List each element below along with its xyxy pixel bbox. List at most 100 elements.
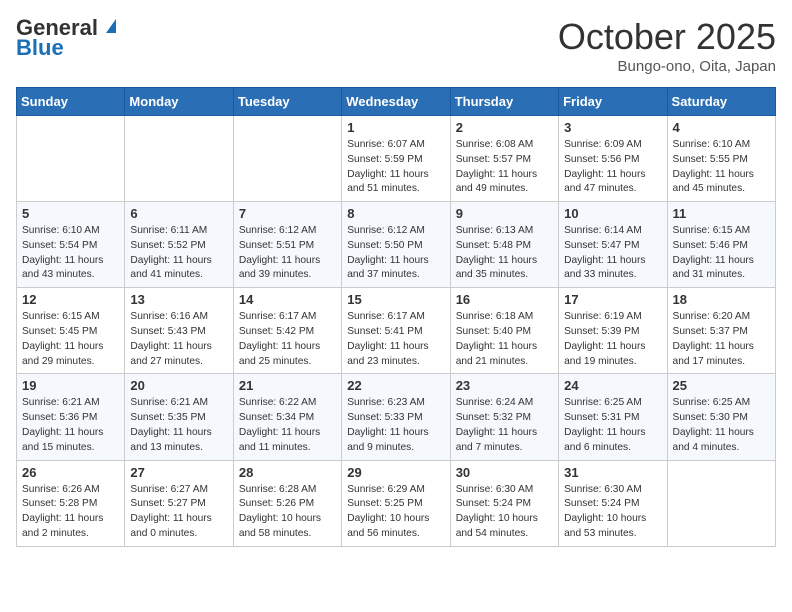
day-number: 11 bbox=[673, 206, 770, 221]
calendar-cell: 9 Sunrise: 6:13 AM Sunset: 5:48 PM Daylig… bbox=[450, 202, 558, 288]
day-info: Sunrise: 6:17 AM Sunset: 5:42 PM Dayligh… bbox=[239, 310, 336, 369]
day-info: Sunrise: 6:25 AM Sunset: 5:31 PM Dayligh… bbox=[564, 396, 661, 455]
day-number: 22 bbox=[347, 378, 444, 393]
day-info: Sunrise: 6:28 AM Sunset: 5:26 PM Dayligh… bbox=[239, 483, 336, 542]
calendar-cell: 23Sunrise: 6:24 AM Sunset: 5:32 PM Dayli… bbox=[450, 374, 558, 460]
day-info: Sunrise: 6:10 AM Sunset: 5:55 PM Dayligh… bbox=[673, 138, 770, 197]
calendar-cell: 15 Sunrise: 6:17 AM Sunset: 5:41 PM Dayli… bbox=[342, 288, 450, 374]
calendar-cell: 26 Sunrise: 6:26 AM Sunset: 5:28 PM Dayli… bbox=[17, 460, 125, 546]
calendar-cell: 22 Sunrise: 6:23 AM Sunset: 5:33 PM Dayli… bbox=[342, 374, 450, 460]
calendar-cell bbox=[667, 460, 775, 546]
day-number: 8 bbox=[347, 206, 444, 221]
day-number: 9 bbox=[456, 206, 553, 221]
day-info: Sunrise: 6:22 AM Sunset: 5:34 PM Dayligh… bbox=[239, 396, 336, 455]
calendar-cell: 29Sunrise: 6:29 AM Sunset: 5:25 PM Dayli… bbox=[342, 460, 450, 546]
logo-triangle-icon bbox=[106, 19, 116, 33]
day-info: Sunrise: 6:15 AM Sunset: 5:46 PM Dayligh… bbox=[673, 224, 770, 283]
calendar-cell bbox=[17, 116, 125, 202]
day-number: 10 bbox=[564, 206, 661, 221]
calendar-table: SundayMondayTuesdayWednesdayThursdayFrid… bbox=[16, 87, 776, 547]
title-block: October 2025 Bungo-ono, Oita, Japan bbox=[558, 16, 776, 75]
day-info: Sunrise: 6:13 AM Sunset: 5:48 PM Dayligh… bbox=[456, 224, 553, 283]
calendar-cell: 16Sunrise: 6:18 AM Sunset: 5:40 PM Dayli… bbox=[450, 288, 558, 374]
calendar-cell: 2 Sunrise: 6:08 AM Sunset: 5:57 PM Daylig… bbox=[450, 116, 558, 202]
calendar-week-row: 1Sunrise: 6:07 AM Sunset: 5:59 PM Daylig… bbox=[17, 116, 776, 202]
day-info: Sunrise: 6:21 AM Sunset: 5:35 PM Dayligh… bbox=[130, 396, 227, 455]
calendar-week-row: 5Sunrise: 6:10 AM Sunset: 5:54 PM Daylig… bbox=[17, 202, 776, 288]
day-info: Sunrise: 6:21 AM Sunset: 5:36 PM Dayligh… bbox=[22, 396, 119, 455]
day-info: Sunrise: 6:14 AM Sunset: 5:47 PM Dayligh… bbox=[564, 224, 661, 283]
day-number: 7 bbox=[239, 206, 336, 221]
logo: General Blue bbox=[16, 16, 116, 60]
day-info: Sunrise: 6:12 AM Sunset: 5:50 PM Dayligh… bbox=[347, 224, 444, 283]
calendar-week-row: 12Sunrise: 6:15 AM Sunset: 5:45 PM Dayli… bbox=[17, 288, 776, 374]
day-number: 24 bbox=[564, 378, 661, 393]
calendar-cell: 30 Sunrise: 6:30 AM Sunset: 5:24 PM Dayli… bbox=[450, 460, 558, 546]
weekday-header-monday: Monday bbox=[125, 88, 233, 116]
logo-general: General bbox=[16, 15, 98, 40]
calendar-cell bbox=[233, 116, 341, 202]
day-info: Sunrise: 6:11 AM Sunset: 5:52 PM Dayligh… bbox=[130, 224, 227, 283]
day-info: Sunrise: 6:15 AM Sunset: 5:45 PM Dayligh… bbox=[22, 310, 119, 369]
day-number: 18 bbox=[673, 292, 770, 307]
calendar-week-row: 26 Sunrise: 6:26 AM Sunset: 5:28 PM Dayli… bbox=[17, 460, 776, 546]
calendar-cell: 12Sunrise: 6:15 AM Sunset: 5:45 PM Dayli… bbox=[17, 288, 125, 374]
day-number: 3 bbox=[564, 120, 661, 135]
day-info: Sunrise: 6:19 AM Sunset: 5:39 PM Dayligh… bbox=[564, 310, 661, 369]
calendar-cell: 11 Sunrise: 6:15 AM Sunset: 5:46 PM Dayli… bbox=[667, 202, 775, 288]
day-info: Sunrise: 6:20 AM Sunset: 5:37 PM Dayligh… bbox=[673, 310, 770, 369]
day-number: 28 bbox=[239, 465, 336, 480]
calendar-cell: 8 Sunrise: 6:12 AM Sunset: 5:50 PM Daylig… bbox=[342, 202, 450, 288]
day-info: Sunrise: 6:29 AM Sunset: 5:25 PM Dayligh… bbox=[347, 483, 444, 542]
day-info: Sunrise: 6:27 AM Sunset: 5:27 PM Dayligh… bbox=[130, 483, 227, 542]
calendar-cell: 10 Sunrise: 6:14 AM Sunset: 5:47 PM Dayli… bbox=[559, 202, 667, 288]
day-number: 19 bbox=[22, 378, 119, 393]
day-info: Sunrise: 6:08 AM Sunset: 5:57 PM Dayligh… bbox=[456, 138, 553, 197]
weekday-header-thursday: Thursday bbox=[450, 88, 558, 116]
day-number: 2 bbox=[456, 120, 553, 135]
day-number: 30 bbox=[456, 465, 553, 480]
day-number: 1 bbox=[347, 120, 444, 135]
day-info: Sunrise: 6:30 AM Sunset: 5:24 PM Dayligh… bbox=[564, 483, 661, 542]
calendar-cell: 5Sunrise: 6:10 AM Sunset: 5:54 PM Daylig… bbox=[17, 202, 125, 288]
day-info: Sunrise: 6:26 AM Sunset: 5:28 PM Dayligh… bbox=[22, 483, 119, 542]
location-title: Bungo-ono, Oita, Japan bbox=[558, 58, 776, 75]
day-number: 13 bbox=[130, 292, 227, 307]
calendar-cell: 6 Sunrise: 6:11 AM Sunset: 5:52 PM Daylig… bbox=[125, 202, 233, 288]
day-info: Sunrise: 6:25 AM Sunset: 5:30 PM Dayligh… bbox=[673, 396, 770, 455]
weekday-header-sunday: Sunday bbox=[17, 88, 125, 116]
day-number: 4 bbox=[673, 120, 770, 135]
day-info: Sunrise: 6:24 AM Sunset: 5:32 PM Dayligh… bbox=[456, 396, 553, 455]
weekday-header-tuesday: Tuesday bbox=[233, 88, 341, 116]
day-number: 15 bbox=[347, 292, 444, 307]
day-number: 26 bbox=[22, 465, 119, 480]
calendar-cell: 7Sunrise: 6:12 AM Sunset: 5:51 PM Daylig… bbox=[233, 202, 341, 288]
calendar-cell: 27 Sunrise: 6:27 AM Sunset: 5:27 PM Dayli… bbox=[125, 460, 233, 546]
calendar-cell: 28 Sunrise: 6:28 AM Sunset: 5:26 PM Dayli… bbox=[233, 460, 341, 546]
calendar-cell: 25 Sunrise: 6:25 AM Sunset: 5:30 PM Dayli… bbox=[667, 374, 775, 460]
day-info: Sunrise: 6:30 AM Sunset: 5:24 PM Dayligh… bbox=[456, 483, 553, 542]
day-number: 20 bbox=[130, 378, 227, 393]
calendar-cell: 20 Sunrise: 6:21 AM Sunset: 5:35 PM Dayli… bbox=[125, 374, 233, 460]
calendar-cell: 31 Sunrise: 6:30 AM Sunset: 5:24 PM Dayli… bbox=[559, 460, 667, 546]
day-info: Sunrise: 6:16 AM Sunset: 5:43 PM Dayligh… bbox=[130, 310, 227, 369]
day-number: 25 bbox=[673, 378, 770, 393]
day-info: Sunrise: 6:23 AM Sunset: 5:33 PM Dayligh… bbox=[347, 396, 444, 455]
weekday-header-saturday: Saturday bbox=[667, 88, 775, 116]
calendar-cell: 18 Sunrise: 6:20 AM Sunset: 5:37 PM Dayli… bbox=[667, 288, 775, 374]
day-number: 27 bbox=[130, 465, 227, 480]
calendar-cell: 19 Sunrise: 6:21 AM Sunset: 5:36 PM Dayli… bbox=[17, 374, 125, 460]
day-number: 17 bbox=[564, 292, 661, 307]
month-title: October 2025 bbox=[558, 16, 776, 58]
day-number: 6 bbox=[130, 206, 227, 221]
day-number: 21 bbox=[239, 378, 336, 393]
calendar-cell: 3Sunrise: 6:09 AM Sunset: 5:56 PM Daylig… bbox=[559, 116, 667, 202]
day-number: 31 bbox=[564, 465, 661, 480]
calendar-cell: 14 Sunrise: 6:17 AM Sunset: 5:42 PM Dayli… bbox=[233, 288, 341, 374]
calendar-cell bbox=[125, 116, 233, 202]
day-info: Sunrise: 6:17 AM Sunset: 5:41 PM Dayligh… bbox=[347, 310, 444, 369]
day-number: 14 bbox=[239, 292, 336, 307]
weekday-header-friday: Friday bbox=[559, 88, 667, 116]
day-number: 16 bbox=[456, 292, 553, 307]
calendar-cell: 24 Sunrise: 6:25 AM Sunset: 5:31 PM Dayli… bbox=[559, 374, 667, 460]
